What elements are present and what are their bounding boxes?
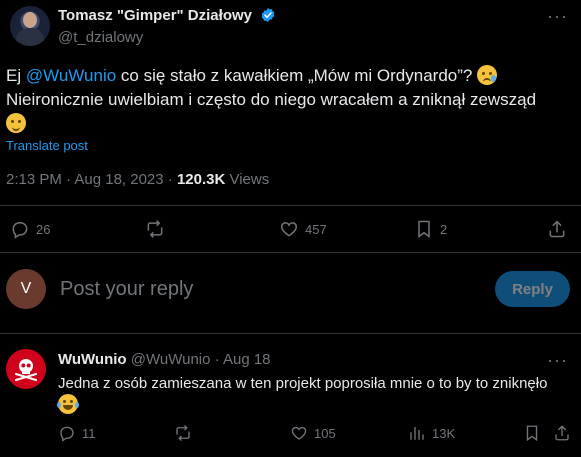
tweet-timestamp[interactable]: 2:13 PM · Aug 18, 2023 · <box>6 171 177 188</box>
reply-author-row: WuWunio @WuWunio · Aug 18 <box>58 351 271 368</box>
reply-more-options-icon[interactable]: ··· <box>547 350 568 371</box>
tweet-text-line1: co się stało z kawałkiem „Mów mi Ordynar… <box>116 66 473 85</box>
repost-action-button[interactable] <box>145 219 165 239</box>
laughing-tears-emoji-icon <box>57 394 79 414</box>
reply-author-handle[interactable]: @WuWunio <box>131 351 211 368</box>
crying-face-emoji-icon <box>477 65 498 85</box>
divider <box>0 205 581 206</box>
reply-author-avatar[interactable] <box>6 349 46 389</box>
translate-post-link[interactable]: Translate post <box>6 138 88 153</box>
heart-icon <box>280 222 298 237</box>
reply-input[interactable]: Post your reply <box>60 278 193 301</box>
repost-icon <box>176 425 190 441</box>
verified-badge-icon <box>261 8 275 22</box>
like-count: 457 <box>305 221 327 237</box>
smirk-emoji-icon <box>6 113 26 133</box>
reply-timestamp[interactable]: · Aug 18 <box>210 351 271 368</box>
share-icon <box>549 220 565 238</box>
mention-link[interactable]: @WuWunio <box>26 66 116 85</box>
reply-author-name[interactable]: WuWunio <box>58 351 127 368</box>
reply-text-body: Jedna z osób zamieszana w ten projekt po… <box>58 375 548 392</box>
avatar-body <box>16 28 44 46</box>
tweet-text-prefix: Ej <box>6 66 26 85</box>
heart-icon <box>291 426 307 440</box>
analytics-icon <box>410 427 424 440</box>
bookmark-action-button[interactable]: 2 <box>414 219 447 239</box>
author-name[interactable]: Tomasz "Gimper" Działowy <box>58 7 252 24</box>
reply-button[interactable]: Reply <box>495 271 570 307</box>
reply-count: 26 <box>36 221 51 237</box>
reply-icon <box>60 426 74 442</box>
more-options-icon[interactable]: ··· <box>547 6 568 27</box>
reply-action-button[interactable]: 26 <box>10 219 50 239</box>
reply-views-count: 13K <box>432 425 456 441</box>
reply-share-action-button[interactable] <box>553 424 571 442</box>
current-user-avatar[interactable]: V <box>6 269 46 309</box>
tweet-text-line2: Nieironicznie uwielbiam i często do nieg… <box>6 90 537 109</box>
reply-like-count: 105 <box>314 425 336 441</box>
reply-bookmark-action-button[interactable] <box>523 424 541 442</box>
author-handle[interactable]: @t_dzialowy <box>58 29 143 46</box>
reply-views-action-button[interactable]: 13K <box>408 424 455 442</box>
reply-icon <box>12 222 28 239</box>
avatar-head <box>23 12 37 28</box>
reply-reply-action-button[interactable]: 11 <box>58 424 96 442</box>
bookmark-count: 2 <box>440 221 448 237</box>
author-name-row[interactable]: Tomasz "Gimper" Działowy <box>58 7 276 24</box>
share-icon <box>555 425 569 441</box>
like-action-button[interactable]: 457 <box>279 219 327 239</box>
reply-reply-count: 11 <box>82 425 96 441</box>
divider <box>0 252 581 253</box>
reply-repost-action-button[interactable] <box>174 424 192 442</box>
skull-icon <box>14 359 38 382</box>
share-action-button[interactable] <box>547 219 567 239</box>
reply-text: Jedna z osób zamieszana w ten projekt po… <box>57 374 573 416</box>
reply-like-action-button[interactable]: 105 <box>290 424 336 442</box>
divider <box>0 333 581 334</box>
bookmark-icon <box>526 425 538 442</box>
tweet-meta: 2:13 PM · Aug 18, 2023 · 120.3K Views <box>6 171 269 188</box>
tweet-text: Ej @WuWunio co się stało z kawałkiem „Mó… <box>6 64 566 136</box>
views-count: 120.3K <box>176 171 226 188</box>
author-avatar[interactable] <box>10 6 50 46</box>
repost-icon <box>147 220 163 238</box>
views-label: Views <box>225 171 270 188</box>
bookmark-icon <box>418 220 430 238</box>
